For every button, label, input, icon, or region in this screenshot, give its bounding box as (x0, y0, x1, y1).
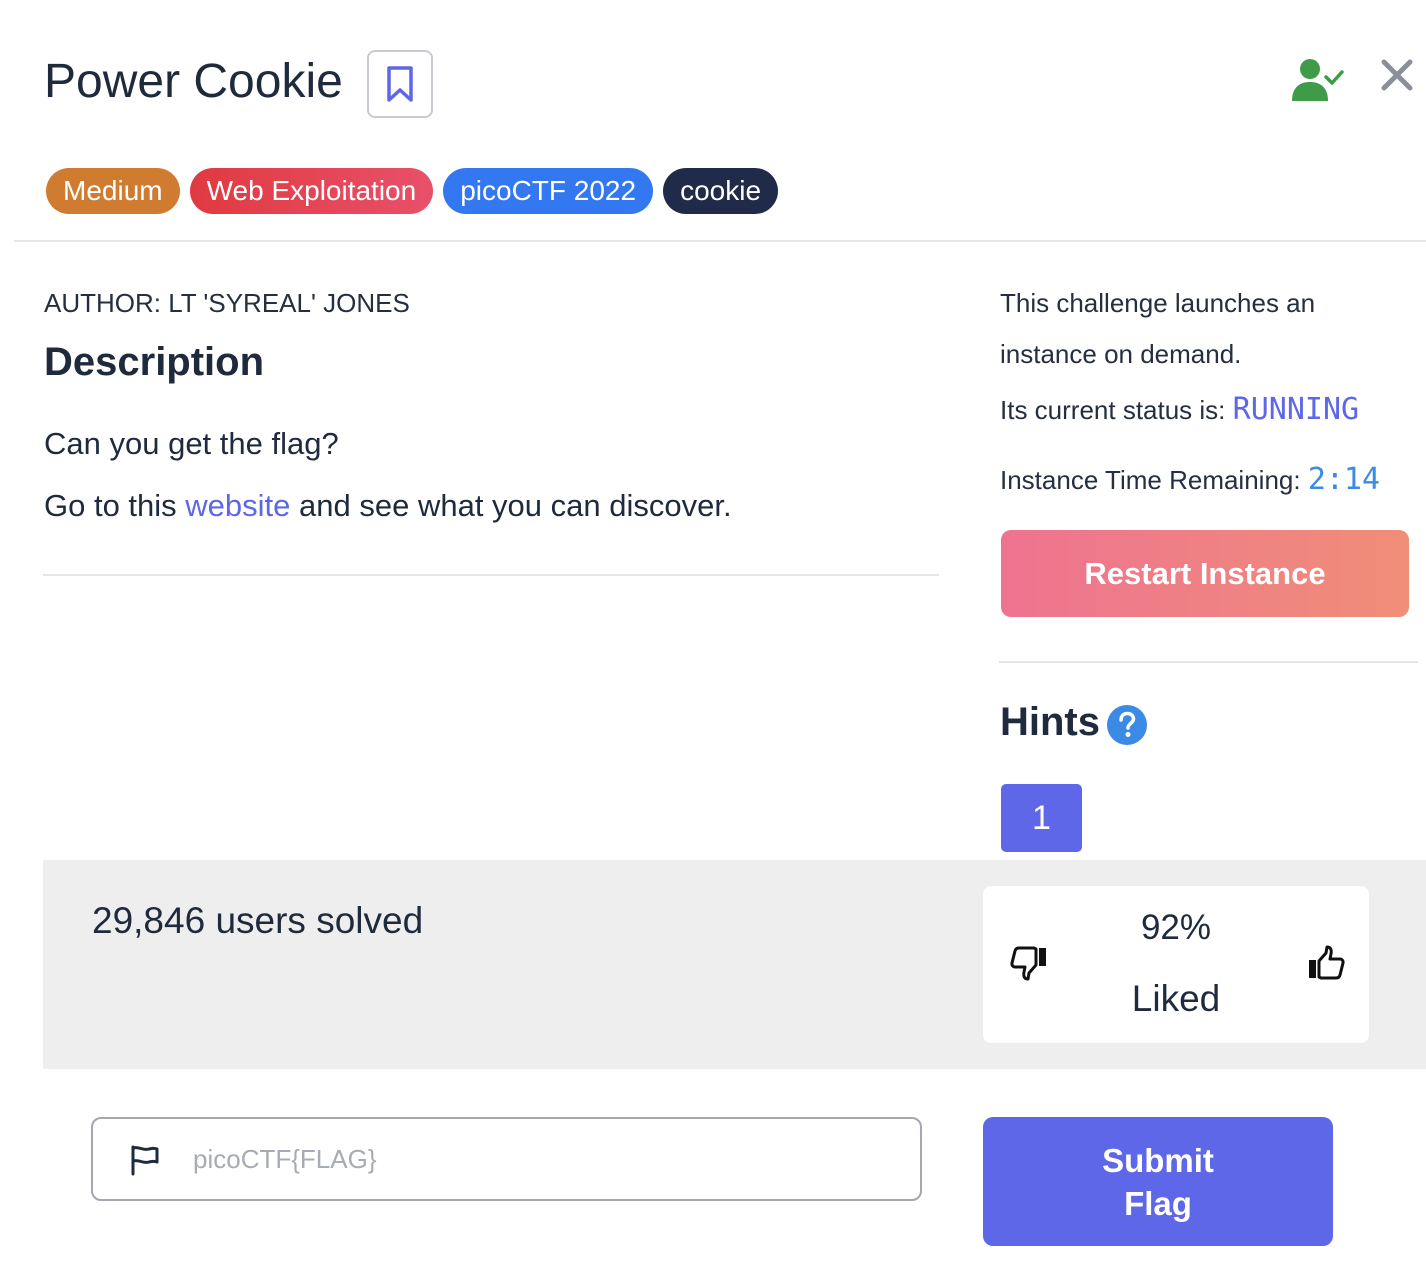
challenge-modal: Power Cookie Medium Web Exploitation pic… (0, 0, 1426, 1274)
header-divider (14, 240, 1426, 242)
instance-divider (999, 661, 1418, 663)
description-prefix: Go to this (44, 488, 186, 523)
author-label: AUTHOR: LT 'SYREAL' JONES (44, 288, 410, 318)
user-check-icon (1292, 59, 1344, 101)
instance-info-line2: instance on demand. (1000, 339, 1242, 369)
description-heading: Description (44, 340, 265, 384)
instance-time-label: Instance Time Remaining: (1000, 465, 1308, 495)
description-text: Can you get the flag? (44, 426, 339, 461)
instance-info-line1: This challenge launches an (1000, 288, 1316, 318)
bookmark-button[interactable] (367, 50, 433, 118)
challenge-title: Power Cookie (44, 55, 343, 108)
restart-instance-button[interactable]: Restart Instance (1001, 530, 1409, 617)
hints-heading: Hints (1000, 700, 1100, 744)
submit-flag-label: Submit Flag (1102, 1141, 1214, 1222)
submit-flag-button[interactable]: Submit Flag (983, 1117, 1333, 1246)
instance-time: Instance Time Remaining: 2:14 (1000, 462, 1380, 497)
thumbs-up-icon[interactable] (1306, 943, 1346, 983)
website-link[interactable]: website (185, 488, 290, 523)
tag-list: Medium Web Exploitation picoCTF 2022 coo… (46, 168, 788, 214)
description-link-line: Go to this website and see what you can … (44, 488, 732, 524)
description-divider (43, 574, 939, 576)
help-icon[interactable] (1107, 705, 1147, 745)
description-suffix: and see what you can discover. (290, 488, 732, 523)
close-icon[interactable] (1380, 58, 1414, 92)
tag-event[interactable]: picoCTF 2022 (443, 168, 654, 214)
bookmark-icon (387, 66, 413, 102)
instance-status-value: RUNNING (1232, 392, 1360, 427)
instance-status-label: Its current status is: (1000, 395, 1233, 425)
users-solved-count: 29,846 users solved (92, 900, 424, 941)
flag-icon (131, 1145, 159, 1176)
hint-button-1[interactable]: 1 (1001, 784, 1082, 852)
thumbs-down-icon[interactable] (1009, 943, 1049, 983)
tag-category[interactable]: Web Exploitation (189, 168, 434, 214)
tag-difficulty[interactable]: Medium (46, 168, 180, 214)
flag-input[interactable] (193, 1135, 893, 1183)
flag-input-wrapper (91, 1117, 922, 1201)
instance-status: Its current status is: RUNNING (1000, 392, 1359, 427)
liked-label: Liked (1131, 978, 1221, 1019)
tag-topic[interactable]: cookie (663, 168, 779, 214)
liked-percent: 92% (1140, 908, 1212, 947)
instance-time-value: 2:14 (1307, 462, 1381, 497)
